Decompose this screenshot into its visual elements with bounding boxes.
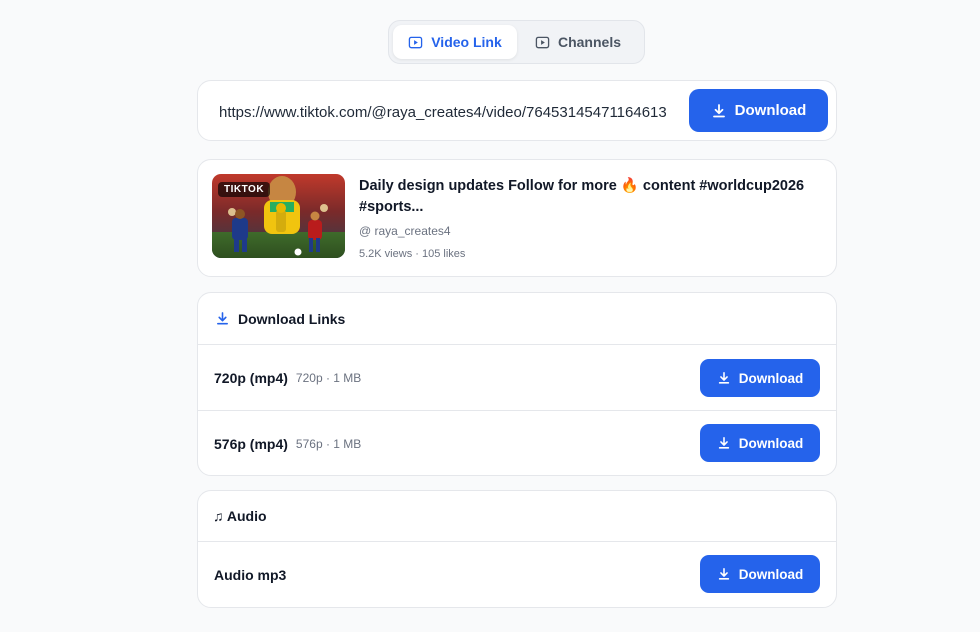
download-button[interactable]: Download bbox=[689, 89, 828, 132]
tab-switcher: Video Link Channels bbox=[388, 20, 645, 64]
tab-video-link[interactable]: Video Link bbox=[393, 25, 517, 59]
download-links-header: Download Links bbox=[198, 293, 836, 345]
download-720p-button-label: Download bbox=[738, 370, 804, 386]
download-row-meta: 576p · 1 MB bbox=[295, 437, 362, 451]
video-url-input[interactable] bbox=[219, 101, 667, 123]
download-row-720p: 720p (mp4) 720p · 1 MB Download bbox=[198, 345, 836, 411]
download-576p-button[interactable]: Download bbox=[700, 424, 820, 462]
download-button-label: Download bbox=[734, 102, 807, 119]
download-icon bbox=[718, 436, 729, 449]
tab-channels-label: Channels bbox=[557, 34, 621, 50]
video-author: @ raya_creates4 bbox=[359, 224, 451, 238]
platform-badge: TIKTOK bbox=[218, 182, 271, 197]
download-icon bbox=[217, 312, 228, 325]
download-audio-button[interactable]: Download bbox=[700, 555, 820, 593]
video-stats: 5.2K views · 105 likes bbox=[359, 248, 466, 260]
play-square-icon bbox=[535, 36, 550, 48]
video-thumbnail: TIKTOK bbox=[212, 174, 345, 258]
download-audio-button-label: Download bbox=[738, 566, 804, 582]
download-576p-button-label: Download bbox=[738, 435, 804, 451]
download-row-label: 720p (mp4) bbox=[214, 369, 288, 386]
audio-card: ♫ Audio Audio mp3 Download bbox=[197, 490, 837, 608]
download-row-label: 576p (mp4) bbox=[214, 436, 288, 452]
tab-video-link-label: Video Link bbox=[431, 34, 502, 50]
download-links-card: Download Links 720p (mp4) 720p · 1 MB Do… bbox=[197, 292, 837, 476]
download-icon bbox=[712, 103, 725, 117]
download-720p-button[interactable]: Download bbox=[700, 359, 820, 397]
audio-row-mp3: Audio mp3 Download bbox=[198, 542, 836, 608]
video-title: Daily design updates Follow for more 🔥 c… bbox=[359, 178, 805, 215]
tab-channels[interactable]: Channels bbox=[519, 25, 637, 59]
audio-row-label: Audio mp3 bbox=[214, 567, 287, 583]
audio-header: ♫ Audio bbox=[198, 491, 836, 542]
download-row-576p: 576p (mp4) 576p · 1 MB Download bbox=[198, 411, 836, 477]
url-card: Download bbox=[197, 80, 837, 141]
play-square-icon bbox=[408, 36, 423, 48]
download-icon bbox=[718, 567, 729, 580]
download-icon bbox=[718, 371, 729, 384]
download-links-title: Download Links bbox=[238, 310, 346, 327]
audio-title: ♫ Audio bbox=[213, 508, 267, 524]
video-info-card: TIKTOK Daily design updates Follow for m… bbox=[197, 159, 837, 277]
download-row-meta: 720p · 1 MB bbox=[295, 370, 362, 385]
